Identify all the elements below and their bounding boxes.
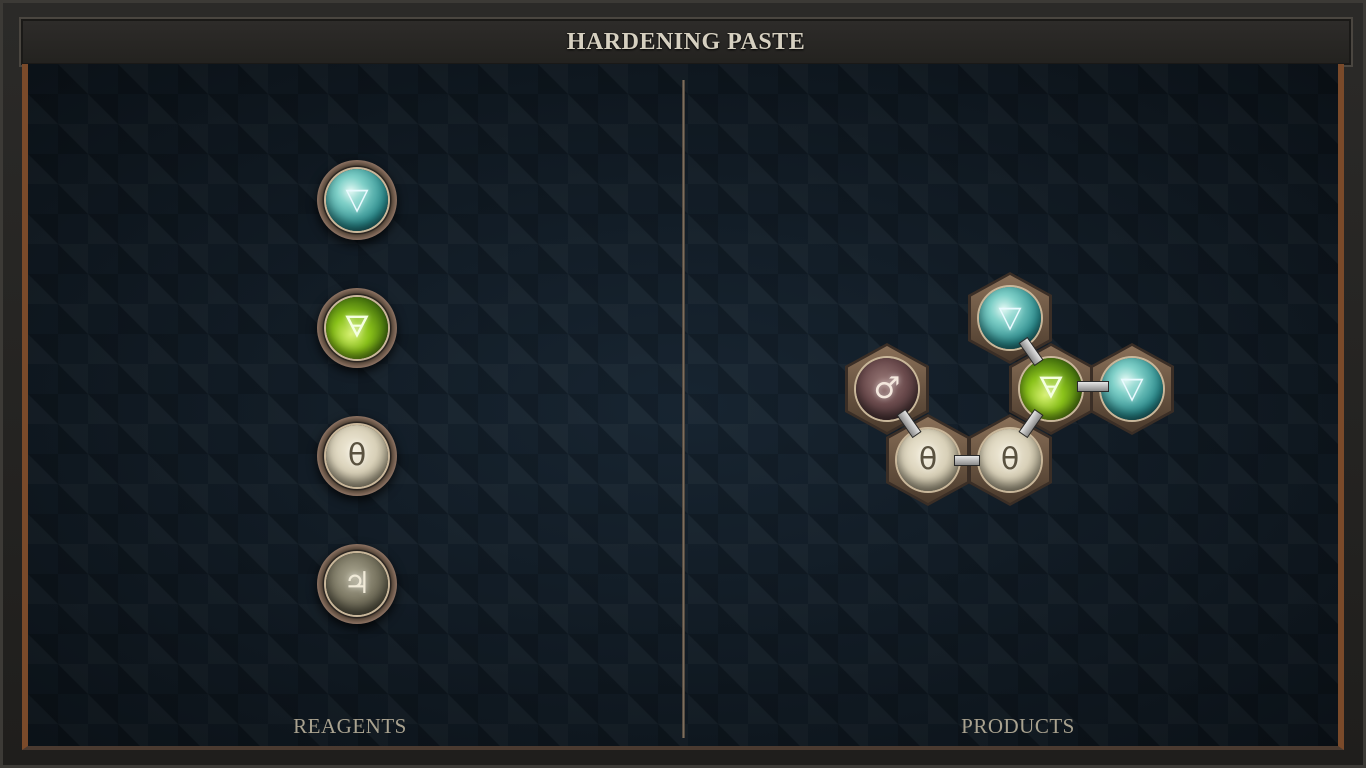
panel-divider [682, 80, 685, 738]
quicksilver-orb: ♃ [326, 553, 388, 615]
water-orb: ▽ [979, 287, 1041, 349]
salt-icon: θ [918, 442, 938, 477]
reagent-water[interactable]: ▽ [317, 160, 397, 240]
products-label: PRODUCTS [961, 714, 1075, 738]
iron-orb: ♂ [856, 358, 918, 420]
salt-icon: θ [347, 438, 367, 473]
quicksilver-icon: ♃ [343, 566, 371, 601]
salt-icon: θ [1000, 442, 1020, 477]
water-icon: ▽ [1120, 371, 1144, 406]
earth-icon: 🜃 [1037, 371, 1065, 406]
reagent-earth[interactable]: 🜃 [317, 288, 397, 368]
salt-orb: θ [326, 425, 388, 487]
water-icon: ▽ [998, 300, 1022, 335]
bond-salt-salt [954, 455, 980, 466]
salt-orb: θ [897, 429, 959, 491]
reagent-salt[interactable]: θ [317, 416, 397, 496]
reagent-quicksilver[interactable]: ♃ [317, 544, 397, 624]
reagents-label: REAGENTS [293, 714, 407, 738]
bond-earth-water [1077, 381, 1109, 392]
earth-orb: 🜃 [326, 297, 388, 359]
water-icon: ▽ [345, 182, 369, 217]
earth-orb: 🜃 [1020, 358, 1082, 420]
iron-icon: ♂ [873, 371, 901, 406]
water-orb: ▽ [1101, 358, 1163, 420]
title-bar: HARDENING PASTE [19, 17, 1353, 67]
water-orb: ▽ [326, 169, 388, 231]
earth-icon: 🜃 [343, 310, 371, 345]
puzzle-title: HARDENING PASTE [566, 28, 806, 55]
salt-orb: θ [979, 429, 1041, 491]
